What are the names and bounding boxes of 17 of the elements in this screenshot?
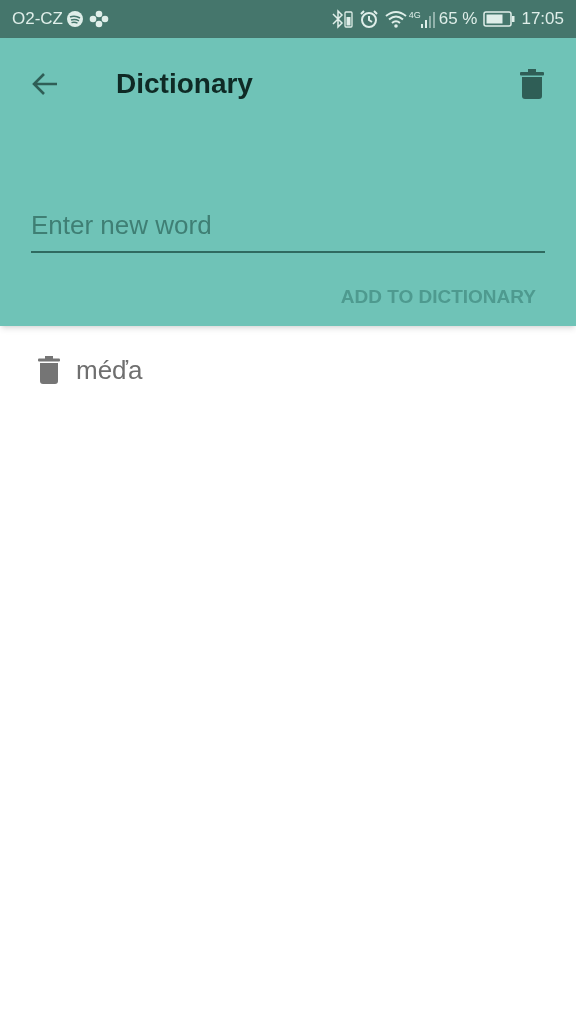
battery-icon <box>483 11 516 27</box>
back-arrow-icon <box>31 72 59 96</box>
word-text: méďa <box>76 353 143 387</box>
word-input-field[interactable]: Enter new word <box>31 206 545 253</box>
battery-percent: 65 % <box>438 8 478 31</box>
bluetooth-battery-icon <box>330 9 353 29</box>
network-type: 4G <box>408 9 421 22</box>
clock-time: 17:05 <box>521 8 564 31</box>
screen-title: Dictionary <box>116 67 253 101</box>
alarm-icon <box>358 9 379 29</box>
wifi-icon <box>384 10 407 28</box>
gamepad-icon <box>89 10 109 28</box>
music-app-icon <box>66 10 84 28</box>
carrier-name: O2-CZ <box>12 8 63 31</box>
signal-icon <box>420 10 435 28</box>
trash-icon <box>520 69 544 99</box>
delete-word-icon[interactable] <box>38 356 60 384</box>
